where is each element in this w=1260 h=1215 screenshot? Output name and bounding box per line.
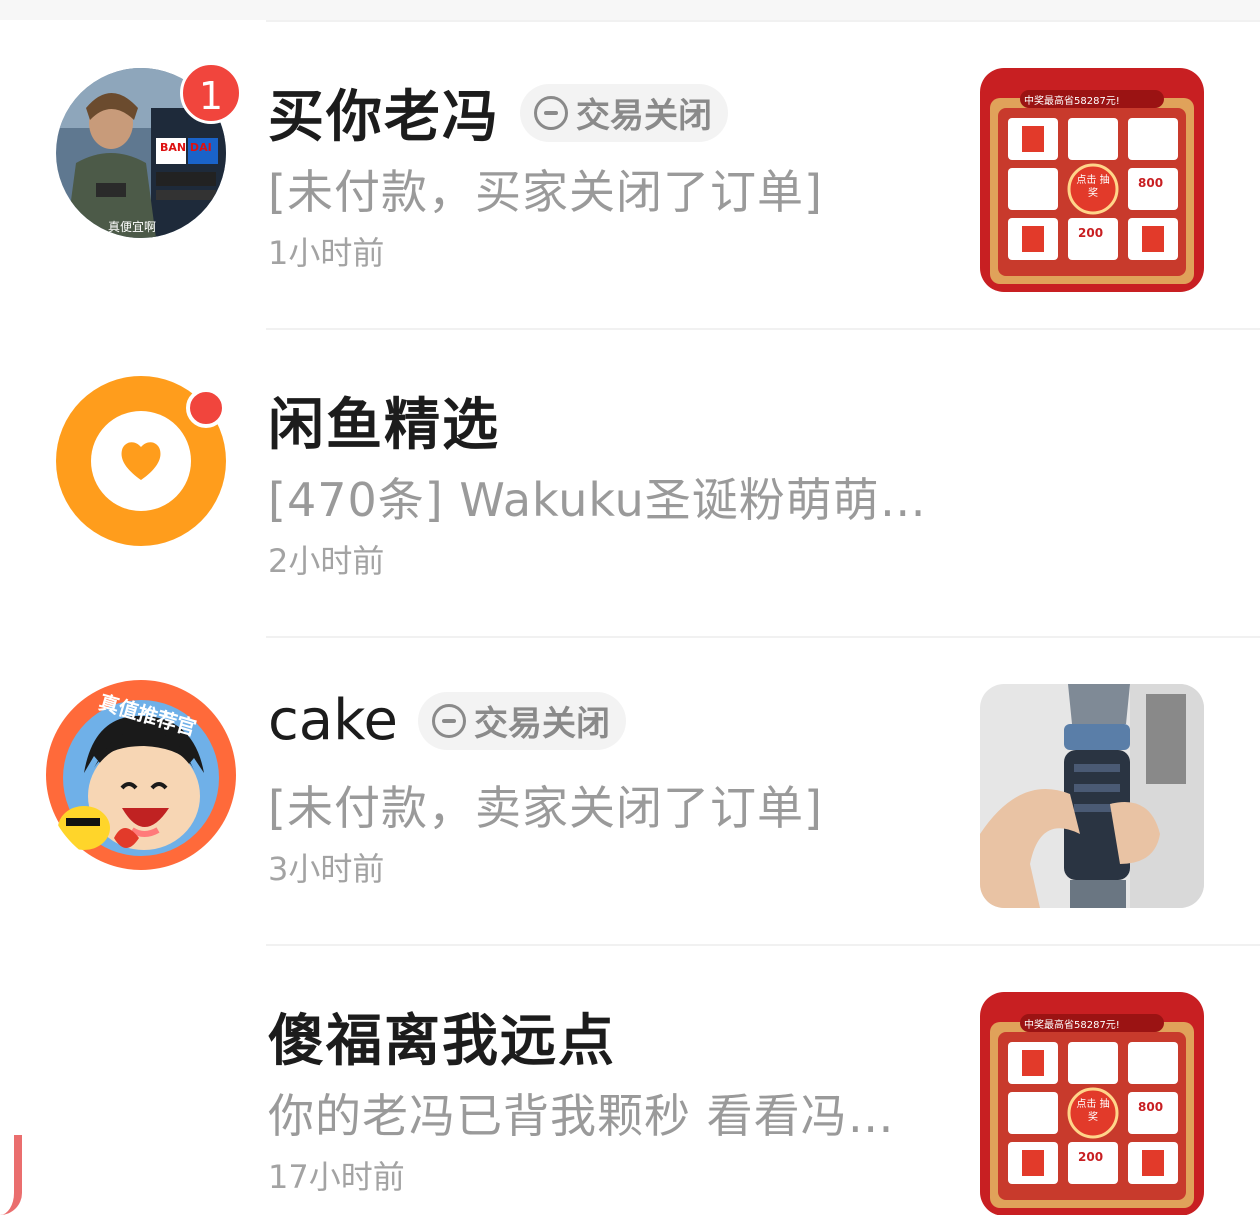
- top-band: [0, 0, 1260, 20]
- item-thumbnail[interactable]: [980, 684, 1204, 908]
- toy-handle-thumbnail-image: [980, 684, 1204, 908]
- thumbnail-value-a: 800: [1138, 1100, 1164, 1114]
- thumbnail-value-b: 200: [1078, 226, 1104, 240]
- conversation-row[interactable]: 闲鱼精选 [470条] Wakuku圣诞粉萌萌… 2小时前: [0, 330, 1260, 638]
- avatar-caption-text: 真便宜啊: [108, 220, 157, 234]
- status-tag: 交易关闭: [520, 83, 728, 142]
- contact-name: 傻福离我远点: [268, 1009, 616, 1074]
- minus-circle-icon: [534, 95, 568, 130]
- message-time: 3小时前: [268, 850, 385, 888]
- minus-circle-icon: [432, 703, 466, 738]
- message-preview: [470条] Wakuku圣诞粉萌萌…: [268, 473, 927, 527]
- item-thumbnail[interactable]: 中奖最高省58287元! 点击 抽奖 800 200: [980, 992, 1204, 1215]
- conversation-list-screen: BAN DAI 真便宜啊 1 买你老冯 交易关闭 [未付款，买家关闭了订单] 1…: [0, 0, 1260, 1215]
- message-time: 1小时前: [268, 234, 385, 272]
- message-preview: [未付款，买家关闭了订单]: [268, 165, 823, 219]
- edge-decoration: [0, 1135, 22, 1215]
- title-line: 买你老冯 交易关闭: [268, 72, 728, 153]
- thumbnail-value-a: 800: [1138, 176, 1164, 190]
- message-preview: [未付款，卖家关闭了订单]: [268, 781, 823, 835]
- thumbnail-center-text: 点击 抽奖: [1076, 175, 1110, 199]
- title-line: cake 交易关闭: [268, 688, 626, 753]
- thumbnail-banner-text: 中奖最高省58287元!: [1024, 1020, 1120, 1031]
- avatar[interactable]: 真值推荐官: [44, 678, 238, 872]
- contact-name: 买你老冯: [268, 85, 500, 150]
- status-tag: 交易关闭: [418, 691, 626, 750]
- title-line: 傻福离我远点: [268, 996, 616, 1077]
- unread-badge: 1: [180, 62, 242, 124]
- conversation-row[interactable]: BAN DAI 真便宜啊 1 买你老冯 交易关闭 [未付款，买家关闭了订单] 1…: [0, 22, 1260, 330]
- status-label: 交易关闭: [474, 704, 610, 744]
- message-time: 2小时前: [268, 542, 385, 580]
- conversation-row[interactable]: 真值推荐官 cake 交易关闭 [未付款，卖家关闭了订单] 3小时前: [0, 638, 1260, 946]
- avatar-brand-text: BAN DAI: [160, 141, 212, 154]
- contact-name: 闲鱼精选: [268, 393, 500, 458]
- conversation-row[interactable]: 傻福离我远点 你的老冯已背我颗秒 看看冯… 17小时前 中奖最高省58287元!…: [0, 946, 1260, 1215]
- message-preview: 你的老冯已背我颗秒 看看冯…: [268, 1089, 895, 1143]
- thumbnail-center-text: 点击 抽奖: [1076, 1099, 1110, 1123]
- unread-dot: [186, 388, 226, 428]
- thumbnail-value-b: 200: [1078, 1150, 1104, 1164]
- message-time: 17小时前: [268, 1158, 405, 1196]
- thumbnail-banner-text: 中奖最高省58287元!: [1024, 96, 1120, 107]
- contact-name: cake: [268, 688, 398, 753]
- title-line: 闲鱼精选: [268, 380, 500, 461]
- item-thumbnail[interactable]: 中奖最高省58287元! 点击 抽奖 800 200: [980, 68, 1204, 292]
- status-label: 交易关闭: [576, 96, 712, 136]
